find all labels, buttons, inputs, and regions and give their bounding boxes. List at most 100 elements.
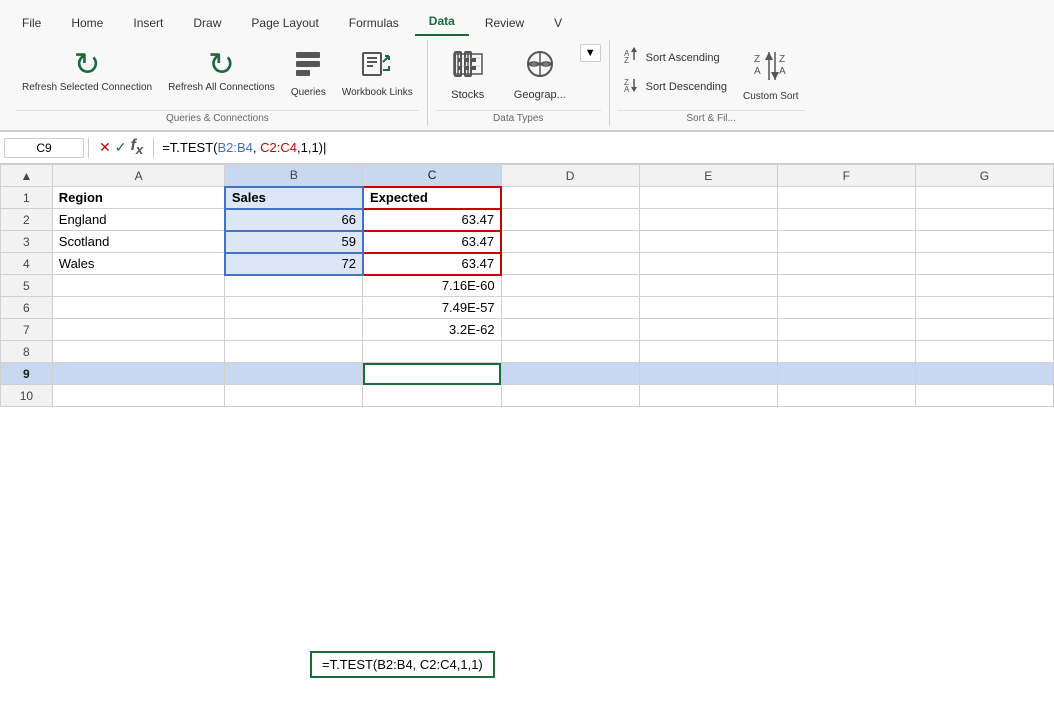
cell-f2[interactable] xyxy=(777,209,915,231)
insert-function-icon[interactable]: fx xyxy=(130,137,143,157)
refresh-all-button[interactable]: ↻ Refresh All Connections xyxy=(162,44,281,98)
confirm-formula-icon[interactable]: ✓ xyxy=(115,139,127,156)
cell-f5[interactable] xyxy=(777,275,915,297)
cell-a6[interactable] xyxy=(52,297,225,319)
cell-d3[interactable] xyxy=(501,231,639,253)
cell-b9[interactable] xyxy=(225,363,363,385)
cell-f3[interactable] xyxy=(777,231,915,253)
col-header-e[interactable]: E xyxy=(639,165,777,187)
cell-c7[interactable]: 3.2E-62 xyxy=(363,319,501,341)
cell-g3[interactable] xyxy=(915,231,1053,253)
cell-g2[interactable] xyxy=(915,209,1053,231)
tab-review[interactable]: Review xyxy=(471,10,538,36)
cell-d7[interactable] xyxy=(501,319,639,341)
custom-sort-button[interactable]: Z A Z A Custom Sort xyxy=(737,44,805,106)
cell-f8[interactable] xyxy=(777,341,915,363)
cell-g8[interactable] xyxy=(915,341,1053,363)
cell-a10[interactable] xyxy=(52,385,225,407)
cell-f4[interactable] xyxy=(777,253,915,275)
tab-data[interactable]: Data xyxy=(415,8,469,36)
cell-f7[interactable] xyxy=(777,319,915,341)
col-header-a[interactable]: A xyxy=(52,165,225,187)
col-header-g[interactable]: G xyxy=(915,165,1053,187)
col-header-c[interactable]: C xyxy=(363,165,501,187)
cell-g6[interactable] xyxy=(915,297,1053,319)
cell-g1[interactable] xyxy=(915,187,1053,209)
data-types-dropdown-btn[interactable]: ▼ xyxy=(580,44,601,62)
cell-e8[interactable] xyxy=(639,341,777,363)
cell-d9[interactable] xyxy=(501,363,639,385)
tab-view[interactable]: V xyxy=(540,10,576,36)
cell-c3[interactable]: 63.47 xyxy=(363,231,501,253)
cell-d8[interactable] xyxy=(501,341,639,363)
cell-e2[interactable] xyxy=(639,209,777,231)
cell-a1[interactable]: Region xyxy=(52,187,225,209)
cell-c6[interactable]: 7.49E-57 xyxy=(363,297,501,319)
cell-b3[interactable]: 59 xyxy=(225,231,363,253)
cell-e6[interactable] xyxy=(639,297,777,319)
cell-b10[interactable] xyxy=(225,385,363,407)
cancel-formula-icon[interactable]: ✕ xyxy=(99,139,111,156)
cell-d1[interactable] xyxy=(501,187,639,209)
col-header-f[interactable]: F xyxy=(777,165,915,187)
cell-f10[interactable] xyxy=(777,385,915,407)
cell-e7[interactable] xyxy=(639,319,777,341)
tab-formulas[interactable]: Formulas xyxy=(335,10,413,36)
tab-draw[interactable]: Draw xyxy=(179,10,235,36)
cell-e4[interactable] xyxy=(639,253,777,275)
tab-file[interactable]: File xyxy=(8,10,55,36)
cell-e5[interactable] xyxy=(639,275,777,297)
cell-f9[interactable] xyxy=(777,363,915,385)
cell-c9[interactable] xyxy=(363,363,501,385)
cell-g7[interactable] xyxy=(915,319,1053,341)
cell-d4[interactable] xyxy=(501,253,639,275)
geography-button[interactable]: Geograp... xyxy=(504,44,576,105)
tab-page-layout[interactable]: Page Layout xyxy=(237,10,332,36)
cell-a4[interactable]: Wales xyxy=(52,253,225,275)
tab-insert[interactable]: Insert xyxy=(119,10,177,36)
cell-e9[interactable] xyxy=(639,363,777,385)
cell-c4[interactable]: 63.47 xyxy=(363,253,501,275)
tab-home[interactable]: Home xyxy=(57,10,117,36)
cell-d6[interactable] xyxy=(501,297,639,319)
cell-f1[interactable] xyxy=(777,187,915,209)
cell-a9[interactable] xyxy=(52,363,225,385)
cell-g10[interactable] xyxy=(915,385,1053,407)
cell-b6[interactable] xyxy=(225,297,363,319)
cell-c10[interactable] xyxy=(363,385,501,407)
cell-f6[interactable] xyxy=(777,297,915,319)
cell-a3[interactable]: Scotland xyxy=(52,231,225,253)
cell-b4[interactable]: 72 xyxy=(225,253,363,275)
cell-e10[interactable] xyxy=(639,385,777,407)
queries-button[interactable]: Queries xyxy=(285,44,332,103)
col-header-b[interactable]: B xyxy=(225,165,363,187)
cell-d5[interactable] xyxy=(501,275,639,297)
cell-g5[interactable] xyxy=(915,275,1053,297)
col-header-d[interactable]: D xyxy=(501,165,639,187)
cell-c5[interactable]: 7.16E-60 xyxy=(363,275,501,297)
cell-d10[interactable] xyxy=(501,385,639,407)
stocks-button[interactable]: Stocks xyxy=(436,44,500,105)
cell-b1[interactable]: Sales xyxy=(225,187,363,209)
sort-descending-button[interactable]: Z A Sort Descending xyxy=(618,73,733,100)
cell-e3[interactable] xyxy=(639,231,777,253)
cell-g4[interactable] xyxy=(915,253,1053,275)
cell-d2[interactable] xyxy=(501,209,639,231)
cell-b5[interactable] xyxy=(225,275,363,297)
cell-a5[interactable] xyxy=(52,275,225,297)
cell-a8[interactable] xyxy=(52,341,225,363)
data-types-dropdown[interactable]: ▼ xyxy=(580,44,601,82)
workbook-links-button[interactable]: Workbook Links xyxy=(336,44,419,103)
cell-b7[interactable] xyxy=(225,319,363,341)
formula-input[interactable]: =T.TEST(B2:B4, C2:C4,1,1)| xyxy=(158,138,1050,157)
cell-a7[interactable] xyxy=(52,319,225,341)
cell-e1[interactable] xyxy=(639,187,777,209)
cell-c8[interactable] xyxy=(363,341,501,363)
sort-ascending-button[interactable]: A Z Sort Ascending xyxy=(618,44,733,71)
cell-c1[interactable]: Expected xyxy=(363,187,501,209)
cell-b8[interactable] xyxy=(225,341,363,363)
cell-reference-input[interactable] xyxy=(4,138,84,158)
cell-c2[interactable]: 63.47 xyxy=(363,209,501,231)
refresh-selected-button[interactable]: ↻ Refresh Selected Connection xyxy=(16,44,158,98)
cell-b2[interactable]: 66 xyxy=(225,209,363,231)
